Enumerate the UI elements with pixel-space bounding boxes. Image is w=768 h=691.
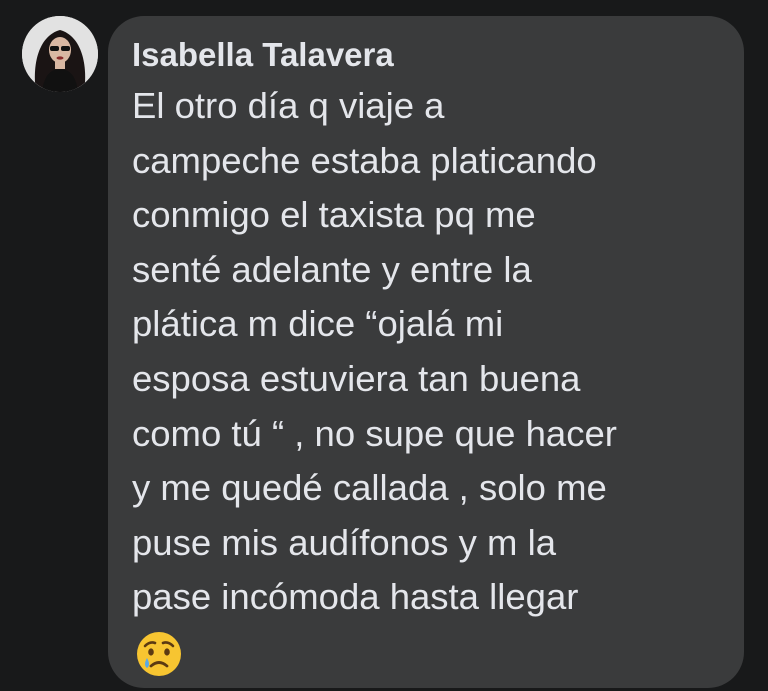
comment-text-line: esposa estuviera tan buena — [132, 357, 581, 399]
comment-text-line: como tú “ , no supe que hacer — [132, 412, 617, 454]
comment-text: El otro día q viaje a campeche estaba pl… — [132, 79, 720, 679]
comment-text-line: puse mis audífonos y m la — [132, 521, 557, 563]
comment-text-line: campeche estaba platicando — [132, 139, 597, 181]
profile-photo-icon — [22, 16, 98, 92]
emoji-line — [132, 625, 720, 679]
avatar[interactable] — [22, 16, 98, 92]
comment-text-line: senté adelante y entre la — [132, 248, 532, 290]
comment-text-line: El otro día q viaje a — [132, 85, 445, 126]
comment-bubble: Isabella Talavera El otro día q viaje a … — [108, 16, 744, 688]
comment-author-name[interactable]: Isabella Talavera — [132, 33, 394, 77]
comment-text-line: plática m dice “ojalá mi — [132, 303, 504, 345]
comment-text-line: y me quedé callada , solo me — [132, 467, 607, 509]
sad-but-relieved-face-icon — [134, 629, 184, 679]
comment-text-line: conmigo el taxista pq me — [132, 194, 536, 236]
comment-text-line: pase incómoda hasta llegar — [132, 576, 579, 618]
comment-thread: Isabella Talavera El otro día q viaje a … — [0, 0, 768, 691]
